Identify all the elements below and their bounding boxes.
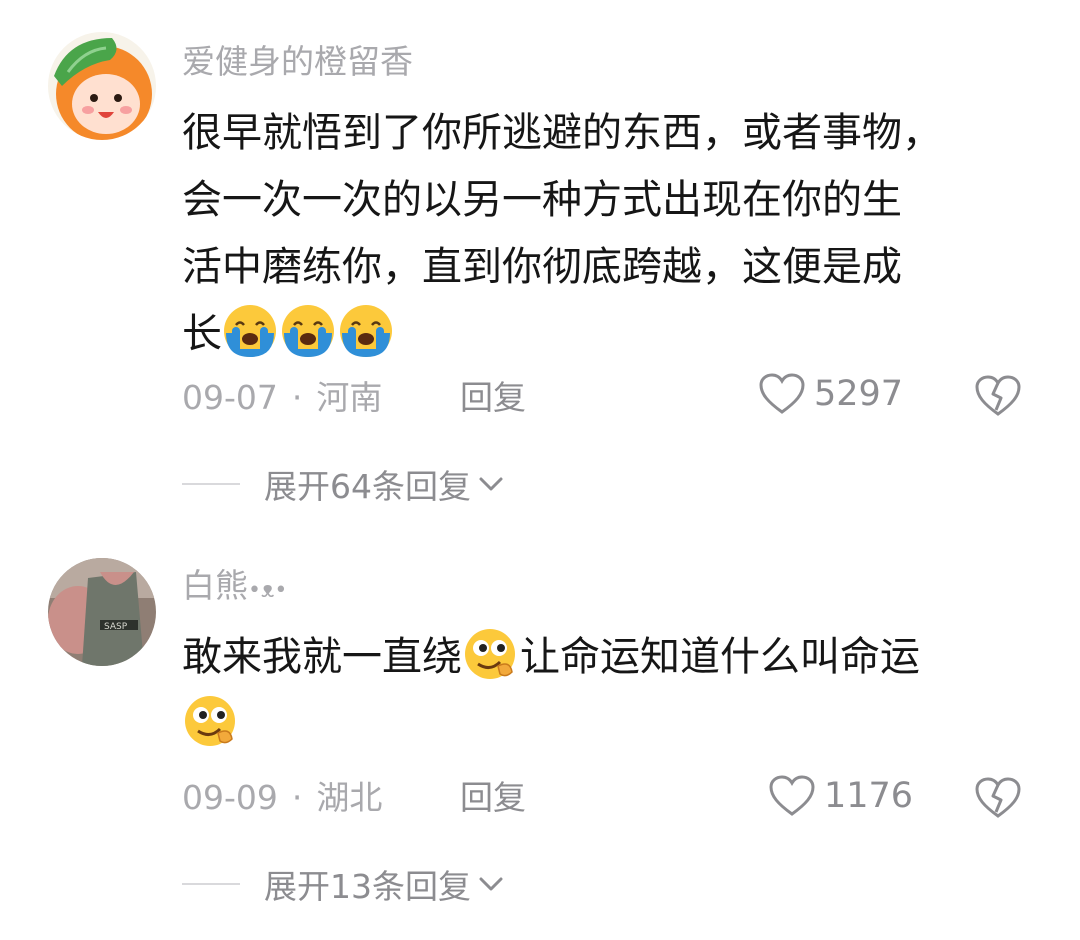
orange-cartoon-avatar-icon[interactable] [48, 32, 156, 140]
smirk-emoji-icon [182, 693, 238, 749]
crying-emoji-icon [338, 303, 394, 359]
heart-icon [758, 372, 806, 416]
comment-line: 很早就悟到了你所逃避的东西，或者事物， [182, 110, 942, 156]
expand-replies-button[interactable]: 展开13条回复 [182, 864, 505, 906]
username[interactable]: 爱健身的橙留香 [182, 42, 413, 82]
comment-line-text: 敢来我就一直绕 [182, 634, 462, 680]
heart-icon [768, 774, 816, 818]
username-text: 白熊 [182, 566, 248, 605]
username-suffix: •ᴥ• [248, 578, 288, 603]
chevron-down-icon [477, 474, 505, 494]
comment-location: 湖北 [316, 778, 383, 817]
separator-dot: · [291, 778, 303, 817]
chevron-down-icon [477, 874, 505, 894]
comment-line-last: 长 [182, 301, 1062, 368]
comment-line-text: 让命运知道什么叫命运 [520, 634, 920, 680]
reply-button[interactable]: 回复 [460, 378, 526, 418]
comment-text: 很早就悟到了你所逃避的东西，或者事物， 会一次一次的以另一种方式出现在你的生 活… [182, 100, 1062, 368]
separator-dot: · [291, 378, 303, 417]
broken-heart-icon[interactable] [974, 776, 1022, 820]
like-count: 5297 [814, 374, 904, 414]
expand-replies-label: 展开13条回复 [264, 867, 471, 906]
comment-date: 09-07 [182, 378, 278, 417]
expand-replies-label: 展开64条回复 [264, 467, 471, 506]
comment-meta: 09-07 · 河南 回复 [182, 378, 526, 418]
expand-replies-button[interactable]: 展开64条回复 [182, 464, 505, 506]
comment-line: 活中磨练你，直到你彻底跨越，这便是成 [182, 244, 902, 290]
comment-meta: 09-09 · 湖北 回复 [182, 778, 526, 818]
like-count: 1176 [824, 776, 914, 816]
divider-line [182, 883, 240, 885]
divider-line [182, 483, 240, 485]
comment-line-text: 长 [182, 311, 222, 357]
comment-date: 09-09 [182, 778, 278, 817]
reply-button[interactable]: 回复 [460, 778, 526, 818]
username[interactable]: 白熊•ᴥ• [182, 566, 287, 611]
comment-location: 河南 [316, 378, 383, 417]
man-photo-avatar[interactable]: SASP [48, 558, 156, 666]
crying-emoji-icon [222, 303, 278, 359]
like-button[interactable]: 5297 [758, 374, 903, 414]
comment-line: 敢来我就一直绕 让命运知道什么叫命运 [182, 624, 1062, 691]
svg-text:SASP: SASP [104, 622, 128, 632]
comment-text: 敢来我就一直绕 让命运知道什么叫命运 [182, 624, 1062, 758]
crying-emoji-icon [280, 303, 336, 359]
broken-heart-icon[interactable] [974, 374, 1022, 418]
smirk-emoji-icon [462, 626, 518, 682]
comment-line: 会一次一次的以另一种方式出现在你的生 [182, 177, 902, 223]
comment-line [182, 691, 1062, 758]
like-button[interactable]: 1176 [768, 776, 913, 816]
